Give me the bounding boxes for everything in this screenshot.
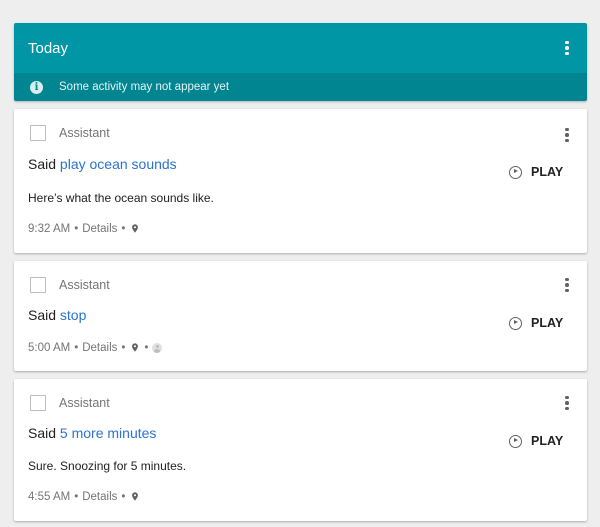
said-line: Said 5 more minutes [28, 425, 156, 441]
query-link[interactable]: play ocean sounds [60, 156, 177, 172]
separator: • [144, 341, 149, 354]
select-checkbox[interactable] [30, 395, 46, 411]
location-pin-icon[interactable] [130, 490, 140, 503]
today-title: Today [28, 39, 69, 57]
separator: • [74, 222, 79, 235]
play-label: PLAY [531, 165, 564, 179]
assistant-response: Here’s what the ocean sounds like. [28, 191, 214, 205]
play-circle-icon [509, 434, 522, 448]
timestamp: 5:00 AM [28, 341, 71, 354]
details-link[interactable]: Details [82, 342, 117, 354]
product-label: Assistant [59, 396, 110, 410]
select-checkbox[interactable] [30, 125, 46, 141]
activity-meta: 9:32 AM • Details • [28, 222, 140, 235]
separator: • [121, 341, 126, 354]
said-prefix: Said [28, 156, 57, 172]
play-label: PLAY [531, 316, 564, 330]
said-line: Said play ocean sounds [28, 156, 177, 172]
activity-meta: 4:55 AM • Details • [28, 490, 140, 503]
more-options-icon[interactable] [557, 393, 577, 413]
play-circle-icon [509, 165, 522, 179]
details-link[interactable]: Details [82, 223, 117, 235]
today-header-card: Today i Some activity may not appear yet [14, 23, 587, 101]
said-line: Said stop [28, 307, 86, 323]
separator: • [121, 222, 126, 235]
user-avatar-icon [152, 342, 163, 353]
assistant-response: Sure. Snoozing for 5 minutes. [28, 459, 187, 473]
today-header: Today [14, 23, 587, 73]
play-button[interactable]: PLAY [509, 316, 563, 330]
activity-card: Assistant Said stop PLAY 5:00 AM • Detai… [14, 261, 587, 371]
more-options-icon[interactable] [557, 125, 577, 145]
product-label: Assistant [59, 126, 110, 140]
separator: • [74, 341, 79, 354]
select-checkbox[interactable] [30, 277, 46, 293]
details-link[interactable]: Details [82, 491, 117, 503]
activity-card: Assistant Said play ocean sounds PLAY He… [14, 109, 587, 253]
play-circle-icon [509, 316, 522, 330]
timestamp: 4:55 AM [28, 490, 71, 503]
today-more-options-icon[interactable] [557, 38, 577, 58]
query-link[interactable]: 5 more minutes [60, 425, 156, 441]
separator: • [121, 490, 126, 503]
location-pin-icon[interactable] [130, 222, 140, 235]
play-button[interactable]: PLAY [509, 165, 563, 179]
said-prefix: Said [28, 425, 57, 441]
more-options-icon[interactable] [557, 275, 577, 295]
timestamp: 9:32 AM [28, 222, 71, 235]
separator: • [74, 490, 79, 503]
play-label: PLAY [531, 434, 564, 448]
info-icon: i [30, 80, 43, 94]
said-prefix: Said [28, 307, 57, 323]
play-button[interactable]: PLAY [509, 434, 563, 448]
activity-notice-text: Some activity may not appear yet [59, 81, 230, 93]
activity-card: Assistant Said 5 more minutes PLAY Sure.… [14, 379, 587, 521]
product-label: Assistant [59, 278, 110, 292]
query-link[interactable]: stop [60, 307, 86, 323]
activity-notice: i Some activity may not appear yet [14, 73, 587, 101]
activity-meta: 5:00 AM • Details • • [28, 341, 163, 354]
location-pin-icon[interactable] [130, 341, 140, 354]
